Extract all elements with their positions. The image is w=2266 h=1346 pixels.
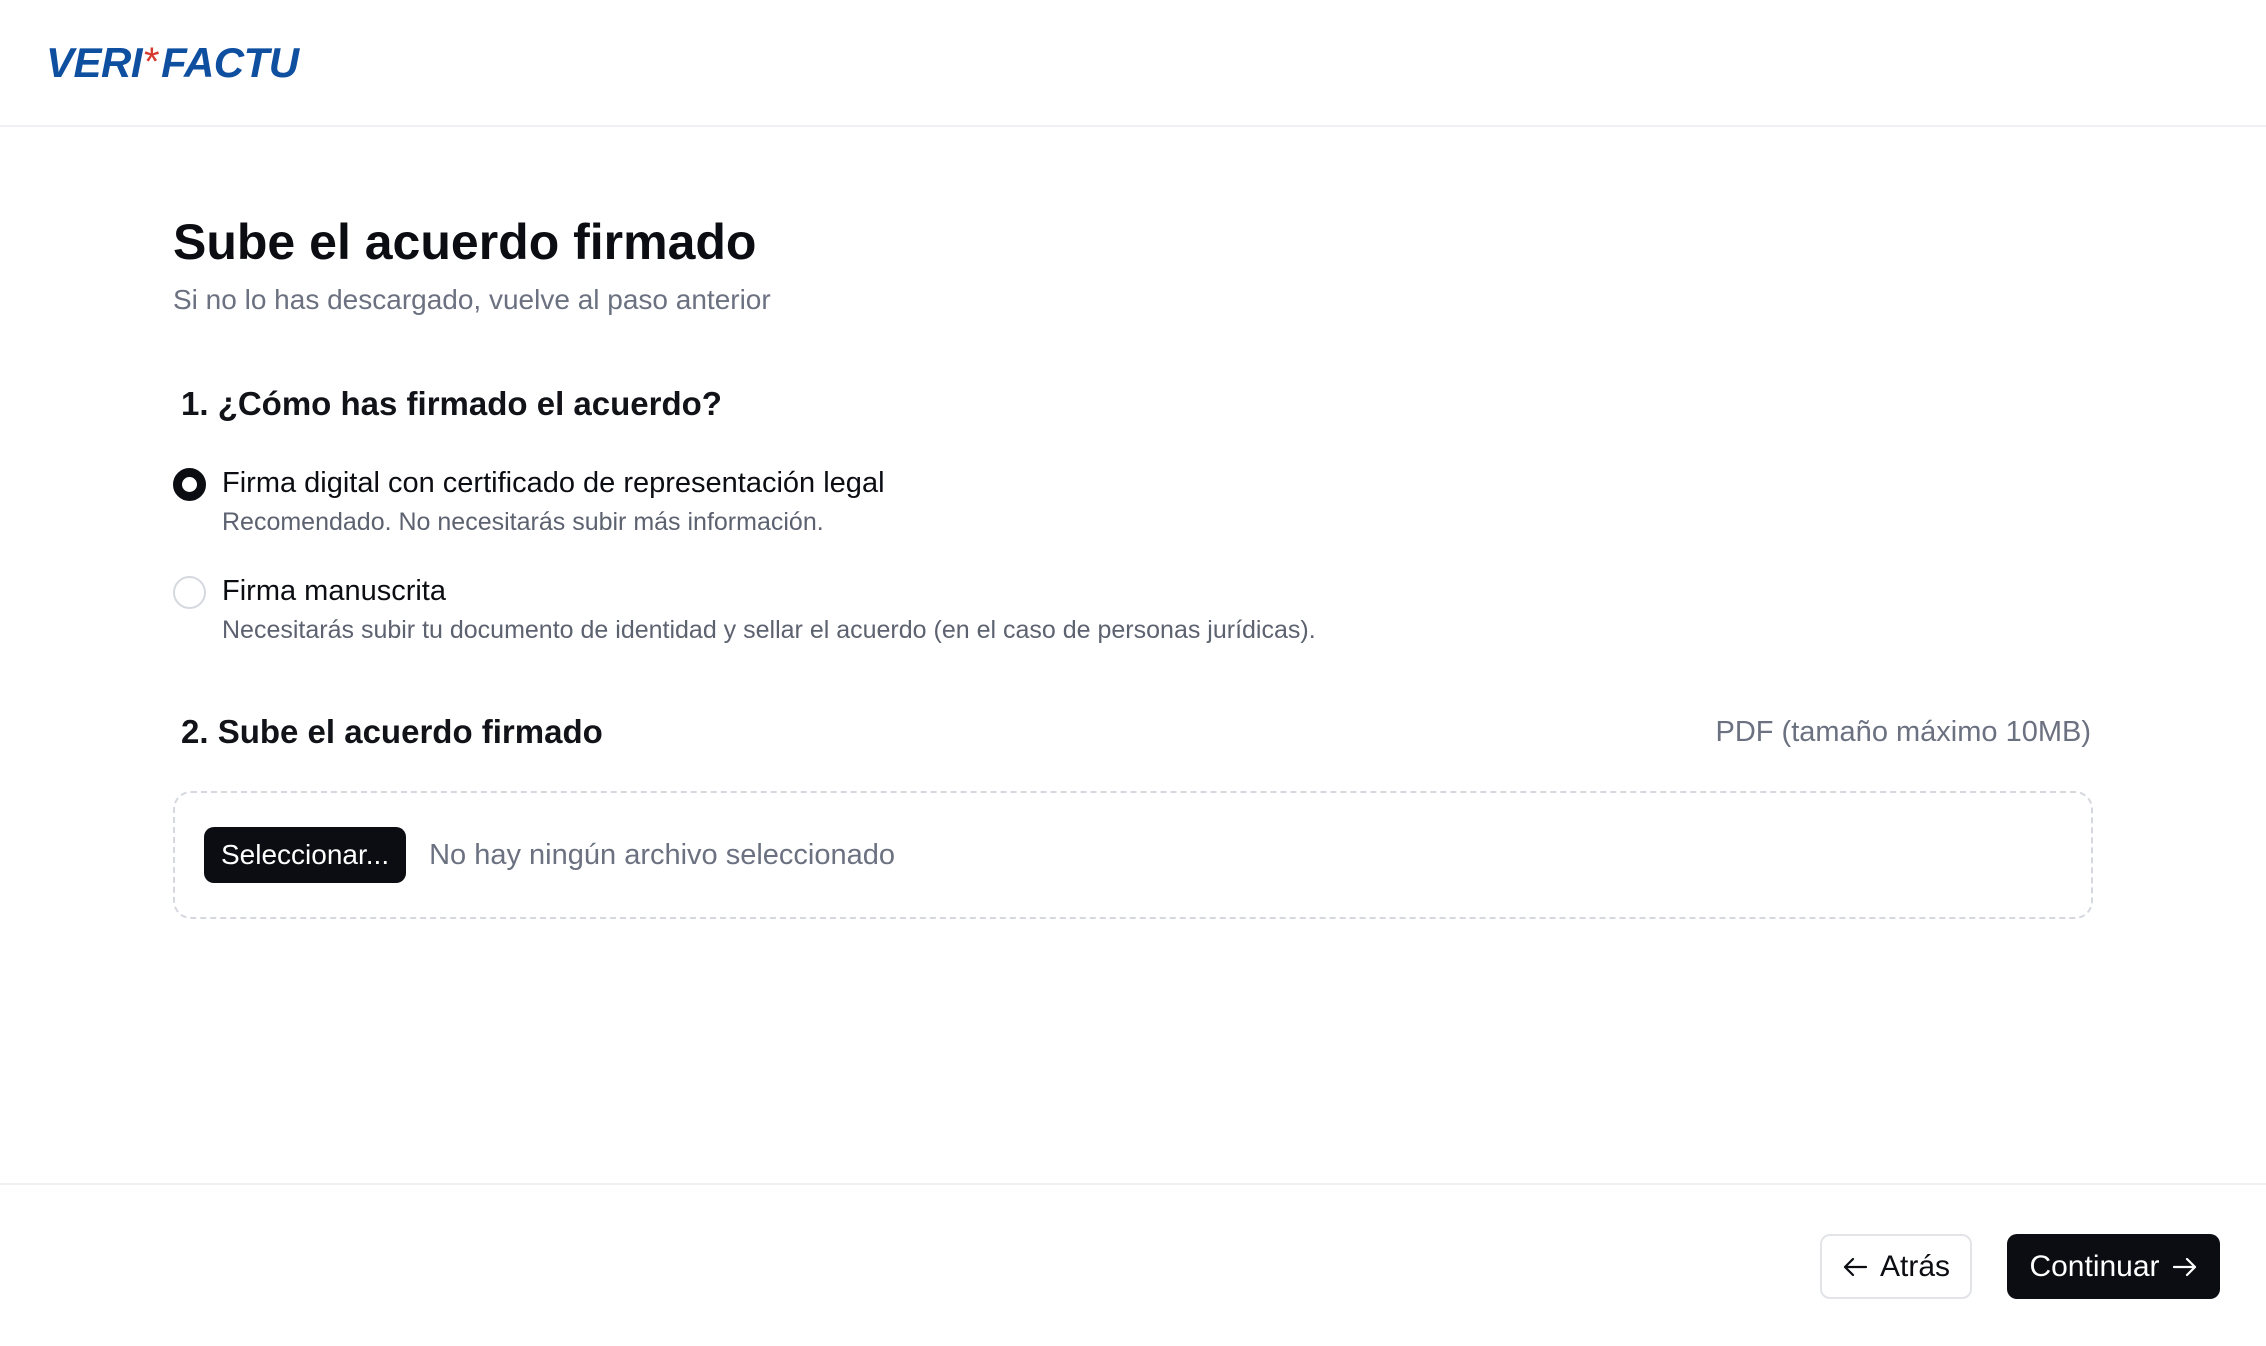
- logo-star-icon: *: [144, 40, 160, 84]
- back-button[interactable]: Atrás: [1820, 1234, 1972, 1299]
- option-description: Recomendado. No necesitarás subir más in…: [222, 508, 824, 536]
- option-label[interactable]: Firma digital con certificado de represe…: [222, 464, 885, 502]
- radio-handwritten-signature[interactable]: [173, 576, 206, 609]
- option-digital-signature[interactable]: Firma digital con certificado de represe…: [173, 464, 885, 537]
- option-handwritten-signature[interactable]: Firma manuscrita Necesitarás subir tu do…: [173, 572, 1316, 645]
- top-header: VERI * FACTU: [0, 0, 2266, 127]
- option-label[interactable]: Firma manuscrita: [222, 572, 1316, 610]
- logo-text-left: VERI: [46, 38, 143, 86]
- select-file-button[interactable]: Seleccionar...: [204, 827, 407, 883]
- page-subtitle: Si no lo has descargado, vuelve al paso …: [173, 284, 771, 315]
- file-dropzone[interactable]: Seleccionar... No hay ningún archivo sel…: [173, 791, 2093, 919]
- arrow-right-icon: [2172, 1257, 2196, 1276]
- footer-bar: Atrás Continuar: [0, 1183, 2266, 1346]
- option-description: Necesitarás subir tu documento de identi…: [222, 616, 1316, 644]
- arrow-left-icon: [1843, 1257, 1868, 1276]
- continue-label: Continuar: [2029, 1249, 2160, 1283]
- back-label: Atrás: [1879, 1249, 1951, 1283]
- logo-text-right: FACTU: [161, 38, 299, 86]
- no-file-text: No hay ningún archivo seleccionado: [429, 838, 896, 871]
- page-title: Sube el acuerdo firmado: [173, 214, 757, 270]
- step2-title: 2. Sube el acuerdo firmado: [181, 713, 603, 750]
- continue-button[interactable]: Continuar: [2007, 1234, 2220, 1299]
- step1-title: 1. ¿Cómo has firmado el acuerdo?: [181, 385, 722, 422]
- radio-digital-signature[interactable]: [173, 468, 206, 501]
- verifactu-logo[interactable]: VERI * FACTU: [46, 39, 299, 87]
- file-format-hint: PDF (tamaño máximo 10MB): [1715, 716, 2092, 748]
